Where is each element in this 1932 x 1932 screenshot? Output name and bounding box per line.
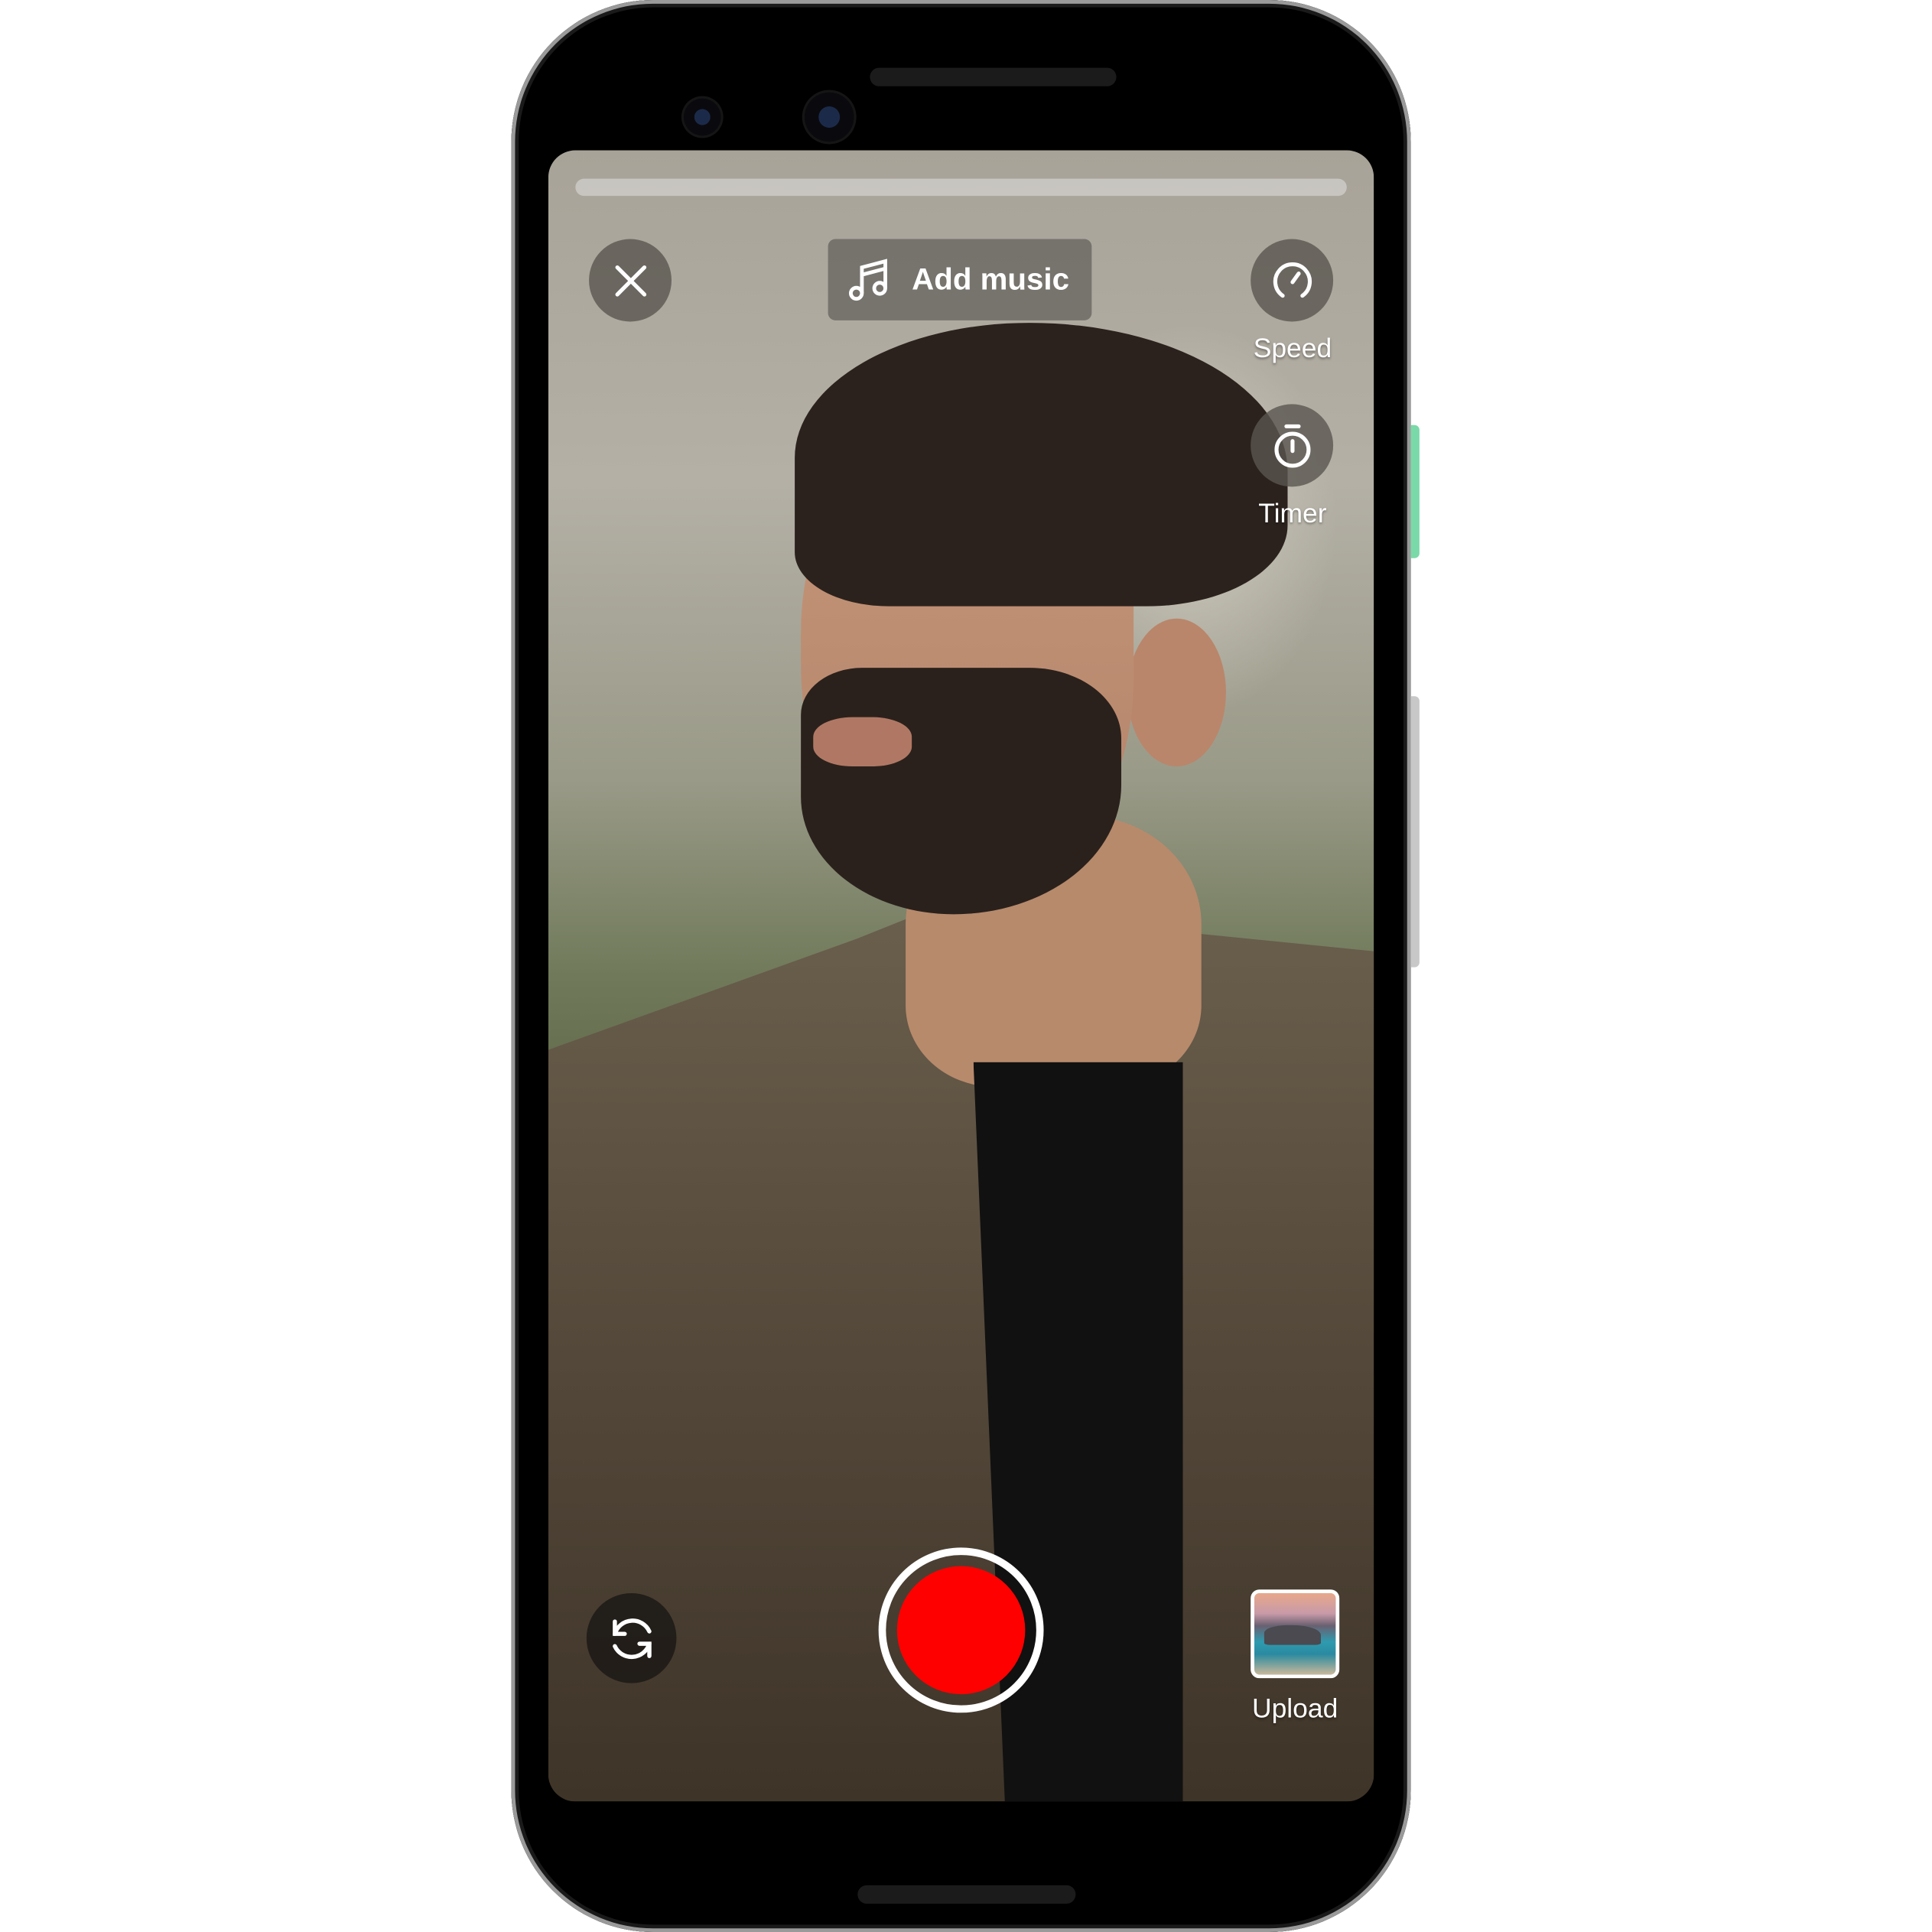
stopwatch-icon (1273, 424, 1310, 467)
camera-viewfinder[interactable]: Add music Speed Timer Upload (548, 150, 1374, 1802)
speedometer-icon (1273, 262, 1312, 298)
speed-button[interactable] (1251, 239, 1334, 322)
recording-progress-bar (575, 178, 1347, 197)
upload-label: Upload (1252, 1693, 1338, 1724)
timer-button[interactable] (1251, 404, 1334, 487)
subject-mouth (813, 717, 912, 767)
front-camera-icon (804, 92, 854, 142)
record-dot (896, 1566, 1026, 1695)
music-note-icon (848, 259, 887, 301)
earpiece-speaker (870, 67, 1117, 86)
front-camera-icon (684, 98, 721, 136)
add-music-button[interactable]: Add music (828, 239, 1092, 320)
subject-hair (795, 323, 1288, 607)
home-indicator (857, 1885, 1076, 1904)
flip-camera-button[interactable] (586, 1593, 677, 1683)
speed-label: Speed (1253, 332, 1332, 364)
add-music-label: Add music (912, 262, 1070, 297)
subject-ear (1127, 618, 1226, 767)
close-icon (614, 265, 646, 296)
power-button (1410, 424, 1420, 558)
flip-camera-icon (612, 1618, 651, 1659)
close-button[interactable] (589, 239, 672, 322)
timer-label: Timer (1258, 497, 1327, 529)
upload-thumbnail-button[interactable] (1251, 1589, 1340, 1679)
thumbnail-rocks (1264, 1625, 1321, 1645)
record-button[interactable] (878, 1547, 1044, 1713)
volume-button (1410, 696, 1420, 968)
